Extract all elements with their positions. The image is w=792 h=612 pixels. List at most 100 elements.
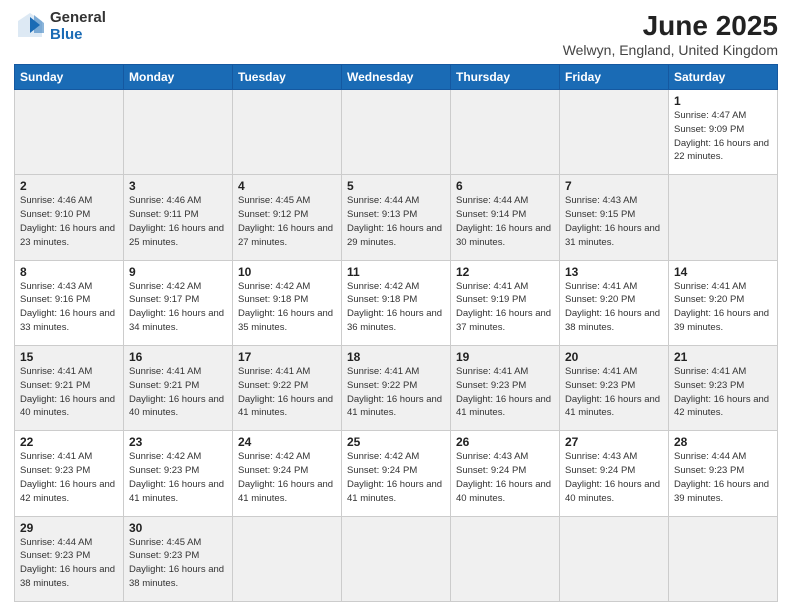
day-cell-14: 14 Sunrise: 4:41 AMSunset: 9:20 PMDayligh… (669, 260, 778, 345)
day-cell-15: 15 Sunrise: 4:41 AMSunset: 9:21 PMDayligh… (15, 345, 124, 430)
day-number: 30 (129, 521, 227, 535)
day-cell-18: 18 Sunrise: 4:41 AMSunset: 9:22 PMDayligh… (342, 345, 451, 430)
day-number: 11 (347, 265, 445, 279)
day-number: 5 (347, 179, 445, 193)
day-info: Sunrise: 4:41 AMSunset: 9:22 PMDaylight:… (347, 366, 442, 418)
day-info: Sunrise: 4:45 AMSunset: 9:23 PMDaylight:… (129, 537, 224, 589)
logo-icon (14, 11, 46, 43)
day-cell-19: 19Sunrise: 4:41 AMSunset: 9:23 PMDayligh… (451, 345, 560, 430)
day-number: 15 (20, 350, 118, 364)
day-number: 6 (456, 179, 554, 193)
day-info: Sunrise: 4:41 AMSunset: 9:23 PMDaylight:… (565, 366, 660, 418)
day-header-sunday: Sunday (15, 65, 124, 90)
day-info: Sunrise: 4:43 AMSunset: 9:24 PMDaylight:… (565, 451, 660, 503)
day-cell-1: 1 Sunrise: 4:47 AMSunset: 9:09 PMDaylight… (669, 90, 778, 175)
day-info: Sunrise: 4:46 AMSunset: 9:11 PMDaylight:… (129, 195, 224, 247)
day-info: Sunrise: 4:44 AMSunset: 9:23 PMDaylight:… (20, 537, 115, 589)
day-cell-7: 7 Sunrise: 4:43 AMSunset: 9:15 PMDaylight… (560, 175, 669, 260)
empty-cell (669, 516, 778, 601)
day-number: 2 (20, 179, 118, 193)
calendar-table: SundayMondayTuesdayWednesdayThursdayFrid… (14, 64, 778, 602)
day-number: 27 (565, 435, 663, 449)
day-cell-25: 25Sunrise: 4:42 AMSunset: 9:24 PMDayligh… (342, 431, 451, 516)
logo-text: General Blue (50, 10, 106, 43)
day-cell-6: 6Sunrise: 4:44 AMSunset: 9:14 PMDaylight… (451, 175, 560, 260)
day-number: 1 (674, 94, 772, 108)
calendar-subtitle: Welwyn, England, United Kingdom (563, 42, 778, 58)
day-cell-26: 26 Sunrise: 4:43 AMSunset: 9:24 PMDayligh… (451, 431, 560, 516)
day-number: 3 (129, 179, 227, 193)
empty-cell (233, 516, 342, 601)
day-info: Sunrise: 4:43 AMSunset: 9:24 PMDaylight:… (456, 451, 551, 503)
day-number: 19 (456, 350, 554, 364)
header: General Blue June 2025 Welwyn, England, … (14, 10, 778, 58)
day-info: Sunrise: 4:45 AMSunset: 9:12 PMDaylight:… (238, 195, 333, 247)
empty-cell (451, 516, 560, 601)
day-number: 7 (565, 179, 663, 193)
day-cell-11: 11Sunrise: 4:42 AMSunset: 9:18 PMDayligh… (342, 260, 451, 345)
day-cell-21: 21Sunrise: 4:41 AMSunset: 9:23 PMDayligh… (669, 345, 778, 430)
logo: General Blue (14, 10, 106, 43)
empty-cell (560, 516, 669, 601)
day-number: 26 (456, 435, 554, 449)
day-cell-23: 23 Sunrise: 4:42 AMSunset: 9:23 PMDayligh… (124, 431, 233, 516)
day-number: 20 (565, 350, 663, 364)
day-cell-30: 30 Sunrise: 4:45 AMSunset: 9:23 PMDayligh… (124, 516, 233, 601)
day-info: Sunrise: 4:46 AMSunset: 9:10 PMDaylight:… (20, 195, 115, 247)
day-cell-28: 28 Sunrise: 4:44 AMSunset: 9:23 PMDayligh… (669, 431, 778, 516)
day-cell-16: 16 Sunrise: 4:41 AMSunset: 9:21 PMDayligh… (124, 345, 233, 430)
day-cell-9: 9Sunrise: 4:42 AMSunset: 9:17 PMDaylight… (124, 260, 233, 345)
day-number: 4 (238, 179, 336, 193)
day-cell-29: 29Sunrise: 4:44 AMSunset: 9:23 PMDayligh… (15, 516, 124, 601)
day-info: Sunrise: 4:44 AMSunset: 9:13 PMDaylight:… (347, 195, 442, 247)
empty-cell (451, 90, 560, 175)
calendar-title: June 2025 (563, 10, 778, 42)
day-cell-24: 24 Sunrise: 4:42 AMSunset: 9:24 PMDayligh… (233, 431, 342, 516)
day-header-tuesday: Tuesday (233, 65, 342, 90)
empty-cell (124, 90, 233, 175)
day-number: 14 (674, 265, 772, 279)
empty-cell (560, 90, 669, 175)
day-number: 13 (565, 265, 663, 279)
day-cell-12: 12 Sunrise: 4:41 AMSunset: 9:19 PMDayligh… (451, 260, 560, 345)
logo-blue: Blue (50, 27, 106, 44)
day-info: Sunrise: 4:47 AMSunset: 9:09 PMDaylight:… (674, 110, 769, 162)
empty-cell (342, 516, 451, 601)
day-header-friday: Friday (560, 65, 669, 90)
day-number: 12 (456, 265, 554, 279)
day-info: Sunrise: 4:42 AMSunset: 9:18 PMDaylight:… (238, 281, 333, 333)
day-number: 23 (129, 435, 227, 449)
day-info: Sunrise: 4:42 AMSunset: 9:17 PMDaylight:… (129, 281, 224, 333)
day-number: 18 (347, 350, 445, 364)
page: General Blue June 2025 Welwyn, England, … (0, 0, 792, 612)
day-cell-10: 10 Sunrise: 4:42 AMSunset: 9:18 PMDayligh… (233, 260, 342, 345)
day-info: Sunrise: 4:42 AMSunset: 9:24 PMDaylight:… (238, 451, 333, 503)
day-cell-17: 17Sunrise: 4:41 AMSunset: 9:22 PMDayligh… (233, 345, 342, 430)
day-info: Sunrise: 4:41 AMSunset: 9:22 PMDaylight:… (238, 366, 333, 418)
day-cell-3: 3 Sunrise: 4:46 AMSunset: 9:11 PMDaylight… (124, 175, 233, 260)
day-info: Sunrise: 4:44 AMSunset: 9:23 PMDaylight:… (674, 451, 769, 503)
day-number: 24 (238, 435, 336, 449)
day-cell-8: 8Sunrise: 4:43 AMSunset: 9:16 PMDaylight… (15, 260, 124, 345)
day-cell-13: 13Sunrise: 4:41 AMSunset: 9:20 PMDayligh… (560, 260, 669, 345)
title-block: June 2025 Welwyn, England, United Kingdo… (563, 10, 778, 58)
day-info: Sunrise: 4:41 AMSunset: 9:21 PMDaylight:… (129, 366, 224, 418)
day-info: Sunrise: 4:41 AMSunset: 9:21 PMDaylight:… (20, 366, 115, 418)
empty-cell (15, 90, 124, 175)
day-info: Sunrise: 4:41 AMSunset: 9:20 PMDaylight:… (674, 281, 769, 333)
day-number: 8 (20, 265, 118, 279)
day-header-monday: Monday (124, 65, 233, 90)
day-info: Sunrise: 4:42 AMSunset: 9:23 PMDaylight:… (129, 451, 224, 503)
day-number: 10 (238, 265, 336, 279)
empty-cell (342, 90, 451, 175)
day-number: 16 (129, 350, 227, 364)
day-cell-20: 20 Sunrise: 4:41 AMSunset: 9:23 PMDayligh… (560, 345, 669, 430)
day-number: 21 (674, 350, 772, 364)
day-number: 28 (674, 435, 772, 449)
day-info: Sunrise: 4:41 AMSunset: 9:19 PMDaylight:… (456, 281, 551, 333)
day-cell-5: 5 Sunrise: 4:44 AMSunset: 9:13 PMDaylight… (342, 175, 451, 260)
day-info: Sunrise: 4:43 AMSunset: 9:15 PMDaylight:… (565, 195, 660, 247)
day-info: Sunrise: 4:41 AMSunset: 9:23 PMDaylight:… (20, 451, 115, 503)
logo-general: General (50, 10, 106, 27)
day-number: 25 (347, 435, 445, 449)
